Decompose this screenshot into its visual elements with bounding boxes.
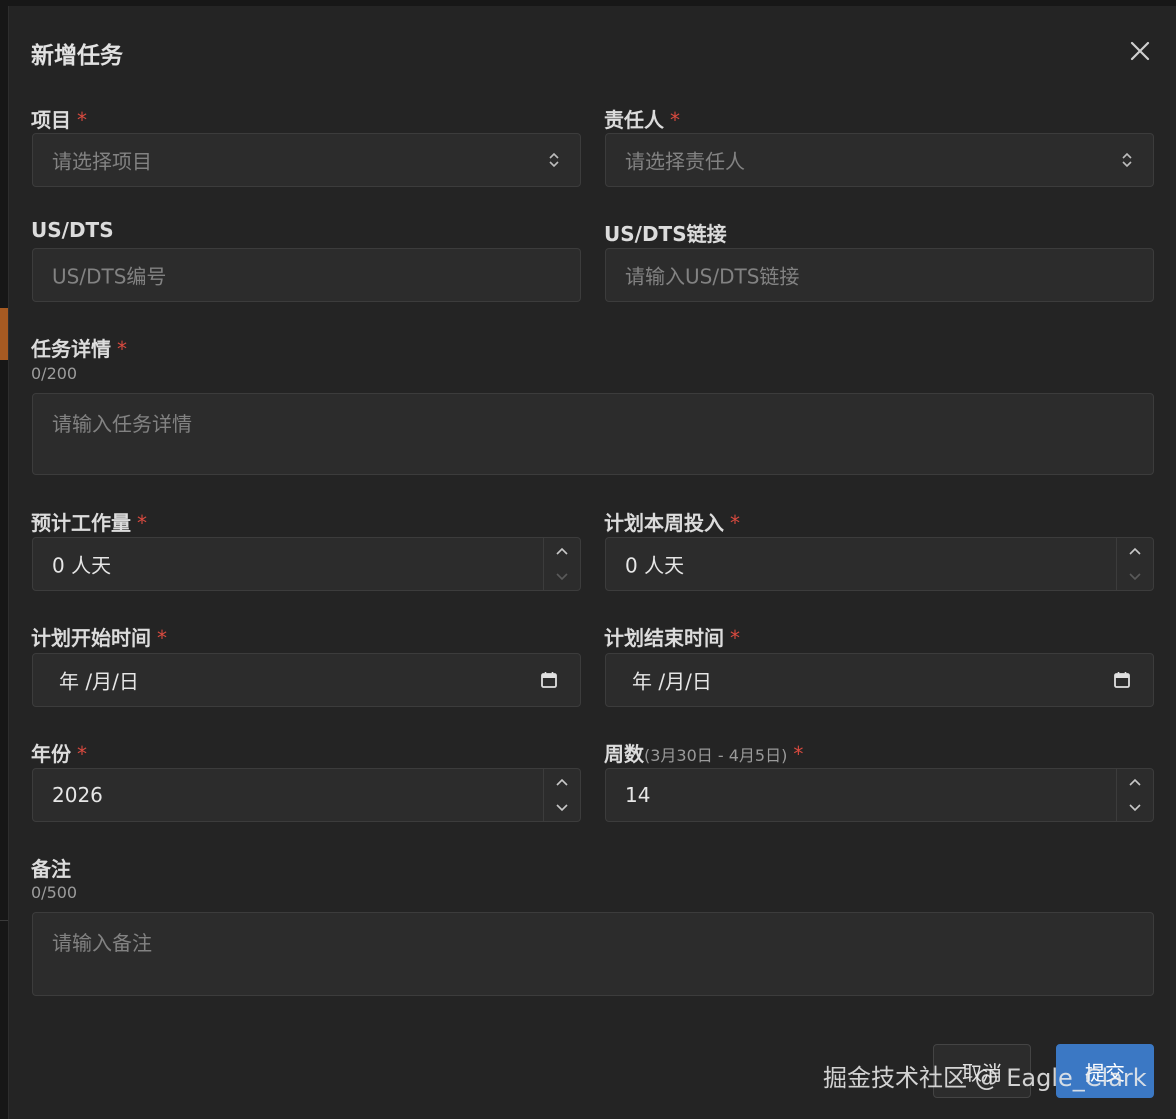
remark-textarea[interactable]: 请输入备注 bbox=[32, 912, 1154, 996]
planned-start-label: 计划开始时间 * bbox=[31, 626, 167, 650]
project-select[interactable]: 请选择项目 bbox=[32, 133, 581, 187]
owner-select-placeholder: 请选择责任人 bbox=[625, 149, 745, 174]
calendar-icon[interactable] bbox=[1113, 671, 1131, 689]
estimated-effort-label: 预计工作量 * bbox=[31, 511, 147, 535]
chevron-up-icon bbox=[556, 547, 568, 555]
remark-label: 备注 bbox=[31, 857, 71, 881]
planned-this-week-value: 0 人天 bbox=[625, 553, 685, 578]
us-dts-placeholder: US/DTS编号 bbox=[52, 264, 167, 289]
planned-this-week-input[interactable]: 0 人天 bbox=[605, 537, 1154, 591]
estimated-effort-input[interactable]: 0 人天 bbox=[32, 537, 581, 591]
increment-button[interactable] bbox=[544, 769, 580, 795]
dialog-title: 新增任务 bbox=[31, 43, 123, 69]
number-spinner bbox=[543, 769, 580, 821]
remark-placeholder: 请输入备注 bbox=[52, 931, 152, 955]
week-date-range-hint: (3月30日 - 4月5日) bbox=[644, 746, 788, 765]
number-spinner bbox=[1116, 538, 1153, 590]
us-dts-input[interactable]: US/DTS编号 bbox=[32, 248, 581, 302]
close-button[interactable] bbox=[1125, 36, 1155, 66]
chevron-down-icon bbox=[556, 573, 568, 581]
decrement-button[interactable] bbox=[544, 564, 580, 590]
chevron-down-icon bbox=[556, 804, 568, 812]
us-dts-link-placeholder: 请输入US/DTS链接 bbox=[625, 264, 800, 289]
required-mark: * bbox=[137, 511, 147, 535]
required-mark: * bbox=[77, 742, 87, 766]
number-spinner bbox=[543, 538, 580, 590]
required-mark: * bbox=[670, 108, 680, 132]
planned-start-value: 年 /月/日 bbox=[59, 669, 139, 694]
required-mark: * bbox=[157, 626, 167, 650]
owner-label: 责任人 * bbox=[604, 108, 680, 132]
estimated-effort-value: 0 人天 bbox=[52, 553, 112, 578]
number-spinner bbox=[1116, 769, 1153, 821]
planned-this-week-label: 计划本周投入 * bbox=[604, 511, 740, 535]
background-divider bbox=[0, 920, 8, 921]
increment-button[interactable] bbox=[544, 538, 580, 564]
chevron-down-icon bbox=[1129, 573, 1141, 581]
year-input[interactable]: 2026 bbox=[32, 768, 581, 822]
select-arrows-icon bbox=[1122, 152, 1132, 168]
new-task-dialog: 新增任务 项目 * 请选择项目 责任人 * 请选择责任人 US/DTS US/DTS… bbox=[8, 6, 1176, 1119]
planned-start-date-input[interactable]: 年 /月/日 bbox=[32, 653, 581, 707]
watermark-text: 掘金技术社区 @ Eagle_Clark bbox=[823, 1064, 1147, 1092]
required-mark: * bbox=[117, 337, 127, 361]
project-select-placeholder: 请选择项目 bbox=[52, 149, 152, 174]
chevron-up-icon bbox=[556, 778, 568, 786]
task-detail-label: 任务详情 * bbox=[31, 337, 127, 361]
week-input[interactable]: 14 bbox=[605, 768, 1154, 822]
planned-end-label: 计划结束时间 * bbox=[604, 626, 740, 650]
planned-end-date-input[interactable]: 年 /月/日 bbox=[605, 653, 1154, 707]
chevron-up-icon bbox=[1129, 547, 1141, 555]
week-value: 14 bbox=[625, 783, 651, 807]
remark-counter: 0/500 bbox=[31, 883, 78, 902]
calendar-icon[interactable] bbox=[540, 671, 558, 689]
background-tab-edge bbox=[0, 308, 8, 360]
year-label: 年份 * bbox=[31, 742, 87, 766]
owner-select[interactable]: 请选择责任人 bbox=[605, 133, 1154, 187]
us-dts-link-label: US/DTS链接 bbox=[604, 222, 727, 246]
decrement-button[interactable] bbox=[544, 795, 580, 821]
us-dts-label: US/DTS bbox=[31, 218, 114, 242]
select-arrows-icon bbox=[549, 152, 559, 168]
project-label: 项目 * bbox=[31, 108, 87, 132]
task-detail-placeholder: 请输入任务详情 bbox=[52, 412, 192, 436]
year-value: 2026 bbox=[52, 783, 103, 807]
week-label: 周数(3月30日 - 4月5日) * bbox=[604, 742, 804, 766]
close-icon bbox=[1130, 41, 1150, 61]
required-mark: * bbox=[77, 108, 87, 132]
us-dts-link-input[interactable]: 请输入US/DTS链接 bbox=[605, 248, 1154, 302]
planned-end-value: 年 /月/日 bbox=[632, 669, 712, 694]
decrement-button[interactable] bbox=[1117, 795, 1153, 821]
chevron-down-icon bbox=[1129, 804, 1141, 812]
task-detail-counter: 0/200 bbox=[31, 364, 78, 383]
increment-button[interactable] bbox=[1117, 538, 1153, 564]
decrement-button[interactable] bbox=[1117, 564, 1153, 590]
task-detail-textarea[interactable]: 请输入任务详情 bbox=[32, 393, 1154, 475]
required-mark: * bbox=[730, 511, 740, 535]
required-mark: * bbox=[793, 742, 804, 766]
required-mark: * bbox=[730, 626, 740, 650]
chevron-up-icon bbox=[1129, 778, 1141, 786]
increment-button[interactable] bbox=[1117, 769, 1153, 795]
